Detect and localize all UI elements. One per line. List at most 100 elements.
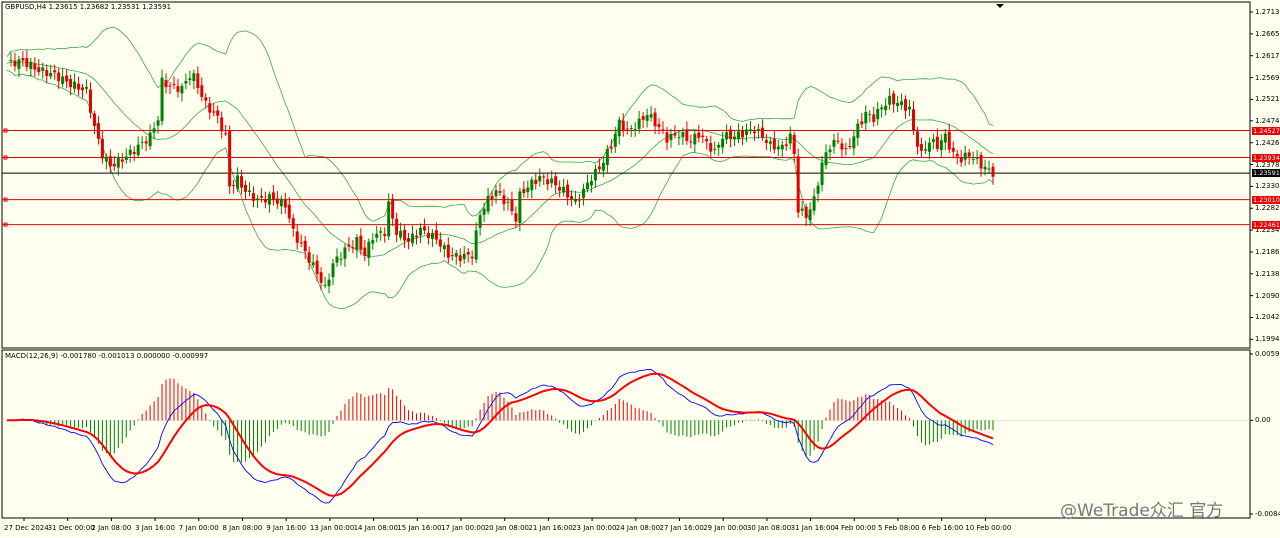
candle-body [776, 146, 780, 150]
candle-body [991, 166, 995, 177]
price-tick-label: 1.22820 [1255, 204, 1280, 213]
candle-body [534, 179, 538, 185]
candle-body [315, 260, 319, 275]
candle-body [454, 253, 458, 257]
candle-body [232, 185, 236, 187]
candle-body [415, 235, 419, 238]
candle-body [685, 129, 689, 141]
candle-body [963, 152, 967, 160]
candle-body [637, 118, 641, 129]
candle-body [693, 133, 697, 145]
macd-tick-label: 0.00 [1255, 416, 1271, 425]
price-tick-label: 1.24740 [1255, 116, 1280, 125]
price-tick-label: 1.19940 [1255, 335, 1280, 344]
candle-body [943, 133, 947, 143]
candle-body [506, 201, 510, 203]
candle-body [13, 60, 17, 67]
price-tick-label: 1.26170 [1255, 51, 1280, 60]
candle-body [669, 134, 673, 141]
candle-body [132, 151, 136, 154]
candle-body [291, 218, 295, 229]
time-tick-label: 8 Jan 08:00 [222, 524, 263, 532]
candle-body [104, 156, 108, 162]
candle-body [852, 136, 856, 149]
candle-body [29, 61, 33, 69]
candle-body [144, 141, 148, 144]
candle-body [430, 232, 434, 239]
candle-body [848, 146, 852, 148]
candle-body [947, 131, 951, 150]
candle-body [892, 93, 896, 105]
candle-body [41, 67, 45, 71]
time-tick-label: 5 Feb 08:00 [878, 524, 920, 532]
candle-body [45, 70, 49, 77]
candle-body [804, 206, 808, 218]
candle-body [657, 124, 661, 128]
candle-body [85, 87, 89, 89]
candle-body [335, 256, 339, 263]
macd-line [6, 369, 994, 504]
candle-body [581, 189, 585, 198]
candle-body [872, 114, 876, 122]
candle-body [438, 239, 442, 247]
candle-body [645, 115, 649, 121]
candle-body [585, 182, 589, 190]
candle-body [391, 198, 395, 219]
candle-body [411, 233, 415, 244]
price-tick-label: 1.20420 [1255, 313, 1280, 322]
candle-body [359, 235, 363, 250]
candle-body [124, 156, 128, 160]
price-tick-label: 1.23780 [1255, 160, 1280, 169]
candle-body [578, 199, 582, 201]
candle-body [140, 141, 144, 143]
candle-body [589, 181, 593, 186]
candle-body [864, 111, 868, 124]
chart-canvas[interactable] [0, 0, 1280, 538]
candle-body [800, 208, 804, 211]
price-tick-label: 1.24260 [1255, 138, 1280, 147]
candle-body [216, 110, 220, 116]
candle-body [77, 83, 81, 90]
candle-body [295, 231, 299, 243]
candle-body [371, 240, 375, 244]
time-tick-label: 10 Feb 00:00 [965, 524, 1012, 532]
candle-body [812, 196, 816, 211]
candle-body [737, 131, 741, 140]
candle-body [387, 201, 391, 237]
candle-body [677, 137, 681, 139]
candle-body [717, 144, 721, 148]
candle-body [275, 198, 279, 204]
candle-body [204, 97, 208, 101]
time-tick-label: 31 Jan 16:00 [790, 524, 835, 532]
candle-body [283, 199, 287, 208]
candle-body [61, 76, 65, 84]
candle-body [550, 178, 554, 184]
time-tick-label: 21 Jan 16:00 [528, 524, 573, 532]
candle-body [554, 176, 558, 186]
price-tick-label: 1.21380 [1255, 269, 1280, 278]
candle-body [180, 85, 184, 94]
candle-body [939, 140, 943, 151]
time-tick-label: 14 Jan 08:00 [353, 524, 398, 532]
candle-body [876, 108, 880, 120]
candle-body [884, 105, 888, 111]
candle-body [605, 148, 609, 165]
candle-body [168, 85, 172, 87]
candle-body [458, 255, 462, 262]
candle-body [967, 152, 971, 157]
candle-body [399, 230, 403, 238]
candle-body [236, 175, 240, 189]
candle-body [212, 111, 216, 113]
candle-body [725, 132, 729, 140]
candle-body [192, 73, 196, 81]
price-tick-label: 1.26650 [1255, 29, 1280, 38]
time-tick-label: 2 Jan 08:00 [91, 524, 132, 532]
candle-body [299, 242, 303, 244]
candle-body [65, 75, 69, 82]
candle-body [267, 194, 271, 205]
candle-body [530, 179, 534, 191]
candle-body [971, 159, 975, 161]
candle-body [502, 195, 506, 205]
time-tick-label: 15 Jan 16:00 [397, 524, 442, 532]
candle-body [959, 157, 963, 163]
